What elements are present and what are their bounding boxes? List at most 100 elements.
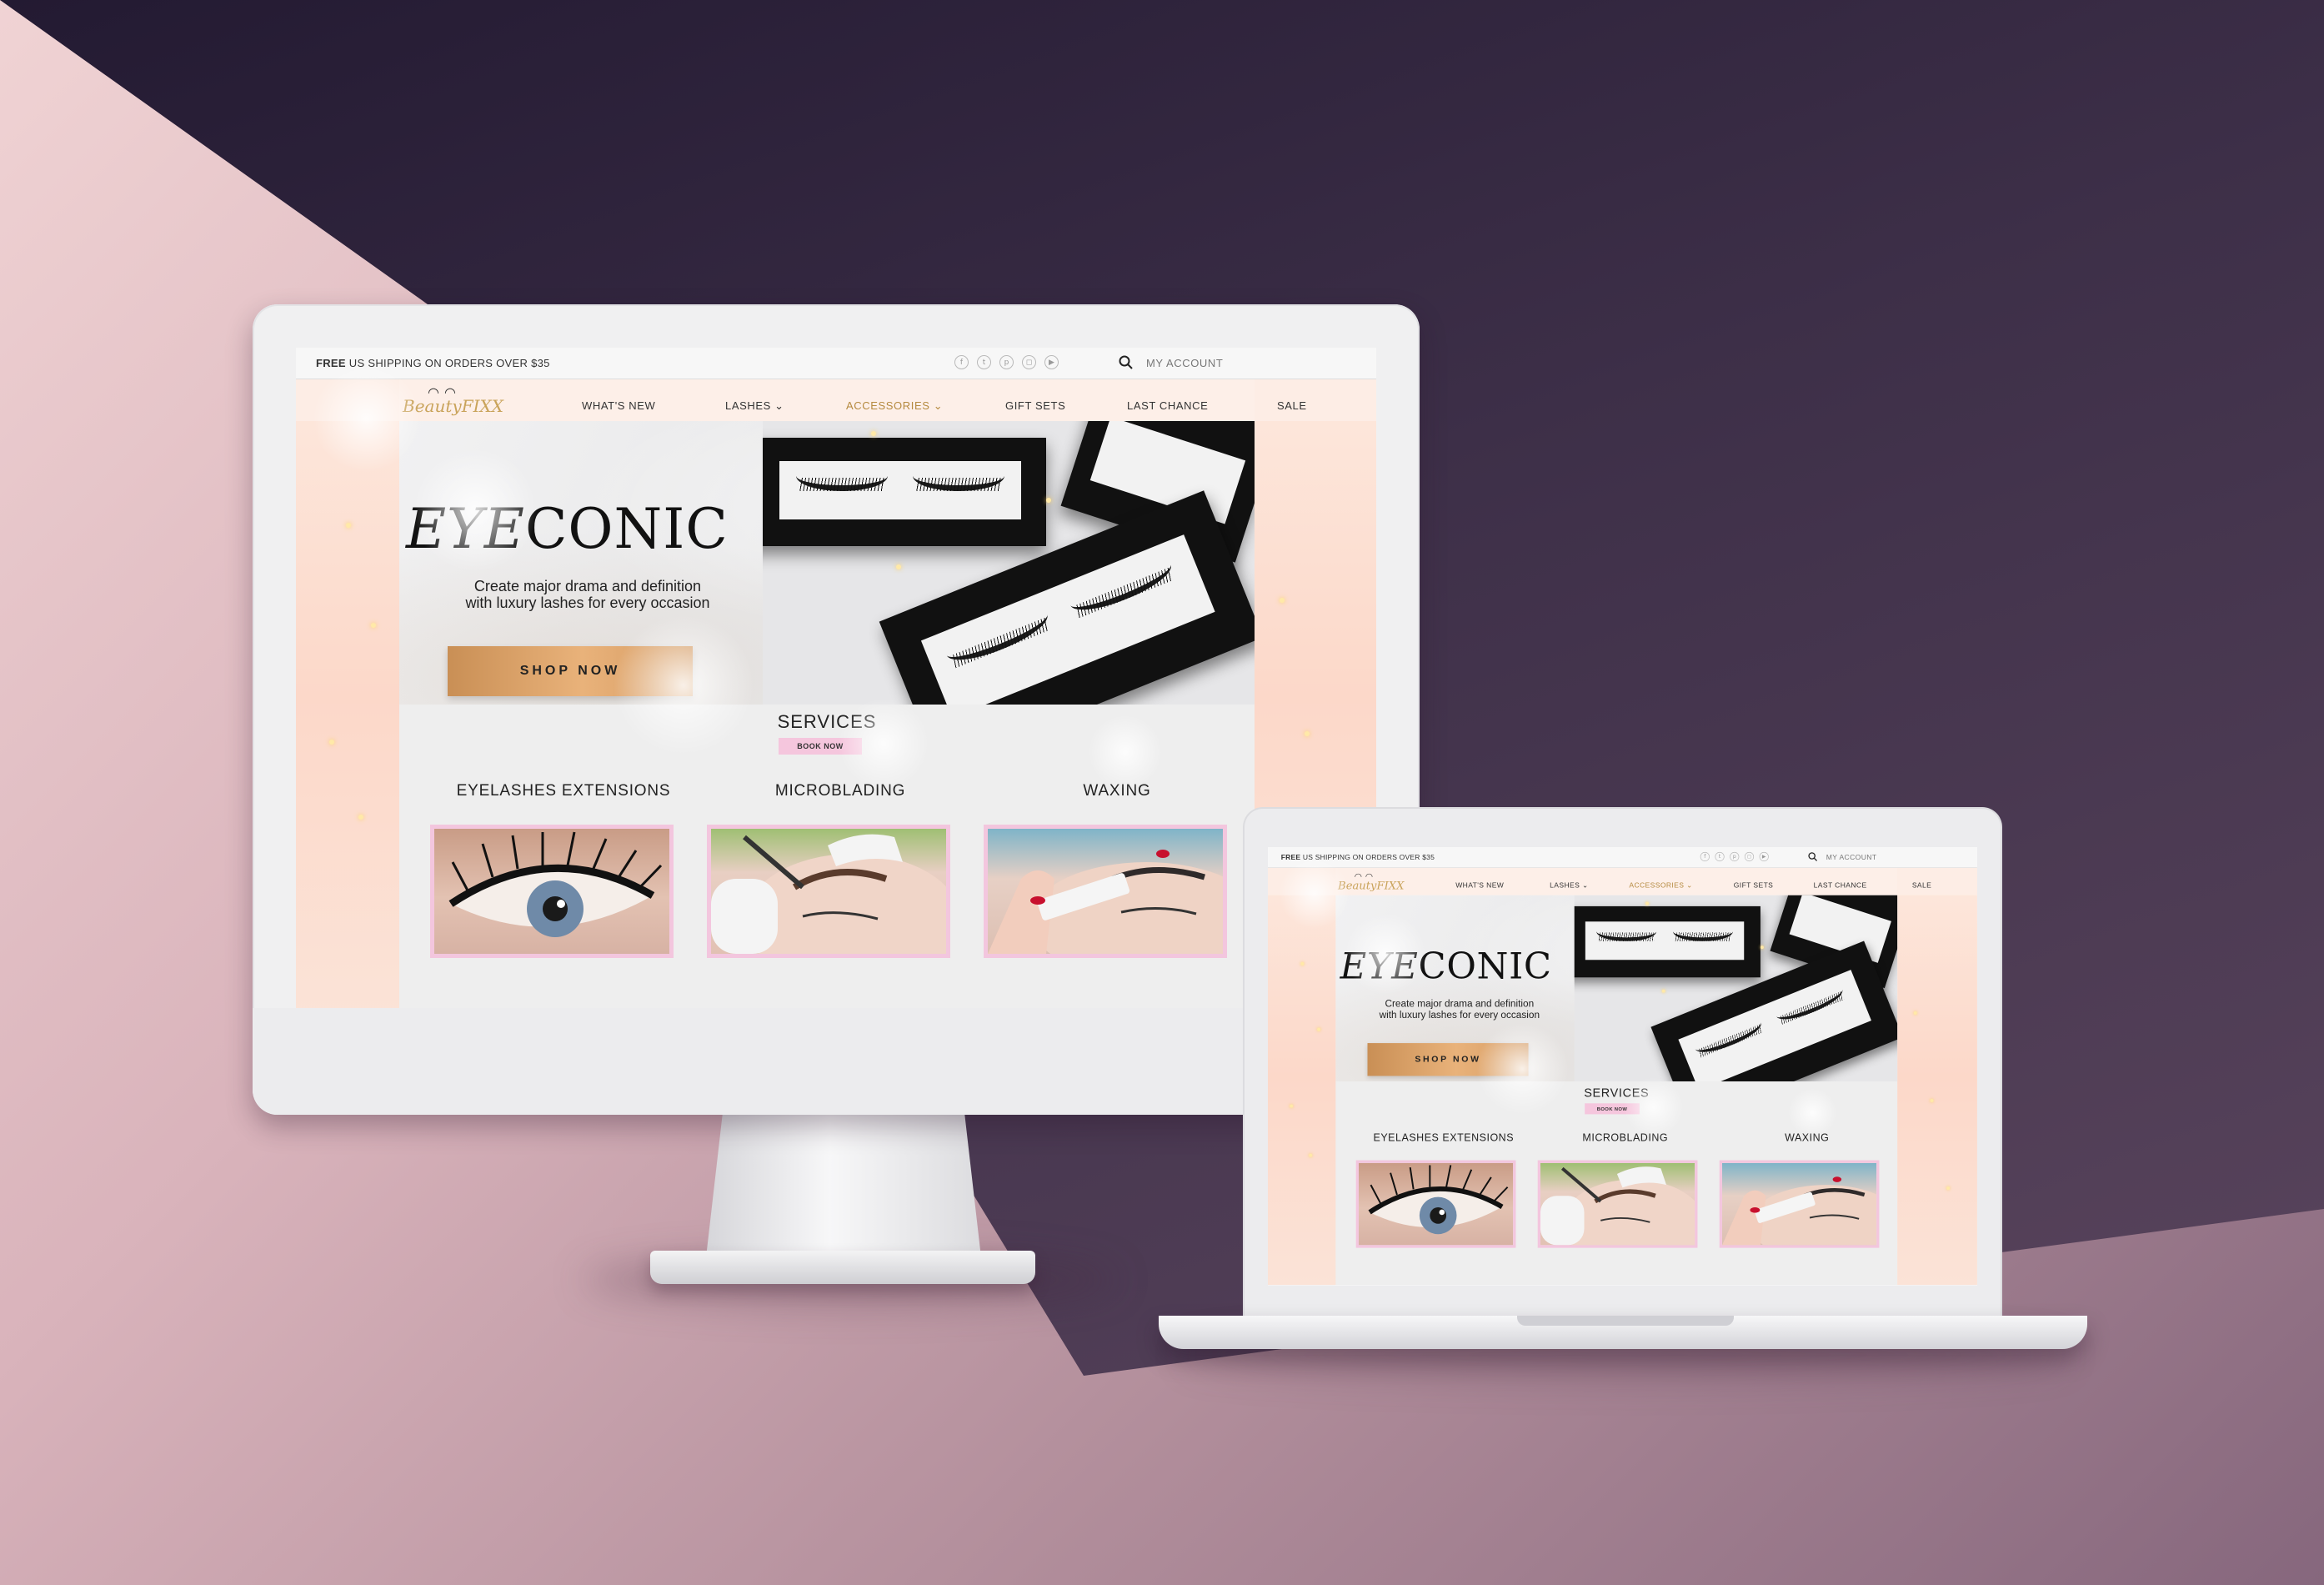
bokeh-light bbox=[613, 614, 754, 756]
sparkle bbox=[1645, 901, 1649, 905]
lash-strip bbox=[796, 473, 888, 491]
sparkle bbox=[1930, 1099, 1934, 1102]
laptop-device: FREE US SHIPPING ON ORDERS OVER $35 f t … bbox=[1245, 809, 2001, 1319]
lash-box-top bbox=[763, 438, 1046, 546]
service-name-eyelashes: EYELASHES EXTENSIONS bbox=[456, 782, 671, 800]
eye-photo bbox=[1368, 1165, 1509, 1235]
sparkle bbox=[346, 523, 351, 528]
instagram-icon[interactable]: ◻ bbox=[1022, 355, 1036, 369]
bokeh-light bbox=[838, 698, 929, 790]
sparkle bbox=[896, 564, 901, 569]
imac-screen: FREE US SHIPPING ON ORDERS OVER $35 f t … bbox=[296, 348, 1376, 1008]
hero-lash-boxes-image bbox=[763, 421, 1255, 705]
service-card-microblading[interactable] bbox=[707, 825, 950, 958]
sparkle bbox=[1305, 731, 1310, 736]
nav-sale[interactable]: SALE bbox=[1912, 881, 1931, 890]
imac-stand bbox=[706, 1114, 981, 1257]
sparkle bbox=[1046, 498, 1051, 503]
beautyfixx-logo[interactable]: ◠◠ BeautyFIXX bbox=[1338, 871, 1431, 896]
nav-accessories[interactable]: ACCESSORIES ⌄ bbox=[846, 399, 943, 413]
right-peach-panel bbox=[1897, 867, 1977, 1286]
twitter-icon[interactable]: t bbox=[977, 355, 991, 369]
hero-subtitle: Create major drama and definition with lu… bbox=[465, 578, 710, 611]
service-card-eyelashes[interactable] bbox=[1355, 1160, 1516, 1248]
laptop-notch bbox=[1517, 1316, 1734, 1326]
lash-strip bbox=[913, 473, 1004, 491]
service-card-eyelashes[interactable] bbox=[430, 825, 674, 958]
service-name-microblading: MICROBLADING bbox=[774, 782, 906, 800]
sparkle bbox=[1290, 1104, 1294, 1108]
left-peach-panel bbox=[1268, 867, 1336, 1286]
sparkle bbox=[329, 740, 334, 745]
service-card-waxing[interactable] bbox=[984, 825, 1227, 958]
bokeh-light bbox=[1344, 912, 1427, 996]
lash-strip bbox=[1595, 929, 1657, 941]
my-account-link[interactable]: MY ACCOUNT bbox=[1146, 357, 1223, 369]
search-icon[interactable] bbox=[1807, 851, 1818, 862]
service-card-microblading[interactable] bbox=[1537, 1160, 1698, 1248]
service-name-eyelashes: EYELASHES EXTENSIONS bbox=[1373, 1132, 1515, 1144]
nav-lashes[interactable]: LASHES ⌄ bbox=[1550, 881, 1588, 890]
search-icon[interactable] bbox=[1118, 354, 1134, 371]
service-card-waxing[interactable] bbox=[1719, 1160, 1880, 1248]
facebook-icon[interactable]: f bbox=[1700, 851, 1710, 862]
nav-gift-sets[interactable]: GIFT SETS bbox=[1734, 881, 1774, 890]
my-account-link[interactable]: MY ACCOUNT bbox=[1826, 853, 1877, 861]
social-links: f t p ◻ ▶ bbox=[1700, 851, 1769, 862]
lash-box-top bbox=[1574, 905, 1761, 978]
bokeh-light bbox=[1279, 858, 1350, 930]
hero-lash-boxes-image bbox=[1574, 895, 1898, 1082]
microblading-photo bbox=[1540, 1166, 1695, 1246]
social-links: f t p ◻ ▶ bbox=[954, 355, 1059, 369]
sparkle bbox=[1300, 961, 1305, 966]
bokeh-light bbox=[1088, 715, 1163, 790]
nav-last-chance[interactable]: LAST CHANCE bbox=[1814, 881, 1867, 890]
nav-whats-new[interactable]: WHAT'S NEW bbox=[1455, 881, 1504, 890]
website-laptop: FREE US SHIPPING ON ORDERS OVER $35 f t … bbox=[1268, 847, 1977, 1286]
left-peach-panel bbox=[296, 379, 399, 1008]
nav-lashes[interactable]: LASHES ⌄ bbox=[725, 399, 784, 413]
pinterest-icon[interactable]: p bbox=[1730, 851, 1740, 862]
imac-stand-base bbox=[650, 1251, 1035, 1284]
waxing-photo bbox=[1721, 1176, 1877, 1246]
bokeh-light bbox=[1787, 1087, 1837, 1137]
hero-subtitle: Create major drama and definition with lu… bbox=[1379, 998, 1540, 1021]
twitter-icon[interactable]: t bbox=[1715, 851, 1725, 862]
bokeh-light bbox=[313, 364, 421, 473]
bokeh-light bbox=[413, 448, 538, 573]
youtube-icon[interactable]: ▶ bbox=[1759, 851, 1769, 862]
top-announcement-bar: FREE US SHIPPING ON ORDERS OVER $35 f t … bbox=[1268, 847, 1977, 868]
sparkle bbox=[1913, 1011, 1917, 1015]
sparkle bbox=[1309, 1153, 1313, 1157]
service-name-microblading: MICROBLADING bbox=[1582, 1132, 1669, 1144]
bokeh-light bbox=[1475, 1022, 1570, 1116]
sparkle bbox=[1946, 1186, 1951, 1191]
sparkle bbox=[1760, 945, 1764, 950]
sparkle bbox=[871, 431, 876, 436]
top-announcement-bar: FREE US SHIPPING ON ORDERS OVER $35 f t … bbox=[296, 348, 1376, 379]
youtube-icon[interactable]: ▶ bbox=[1044, 355, 1059, 369]
nav-accessories[interactable]: ACCESSORIES ⌄ bbox=[1629, 881, 1692, 890]
sparkle bbox=[358, 815, 363, 820]
sparkle bbox=[1317, 1027, 1321, 1031]
nav-sale[interactable]: SALE bbox=[1277, 399, 1307, 412]
sparkle bbox=[1661, 989, 1665, 993]
eye-photo bbox=[448, 831, 663, 937]
nav-last-chance[interactable]: LAST CHANCE bbox=[1127, 399, 1208, 412]
lash-box-window bbox=[1678, 970, 1871, 1082]
nav-whats-new[interactable]: WHAT'S NEW bbox=[582, 399, 655, 412]
bokeh-light bbox=[1623, 1076, 1685, 1137]
website-desktop: FREE US SHIPPING ON ORDERS OVER $35 f t … bbox=[296, 348, 1376, 1008]
waxing-photo bbox=[988, 850, 1223, 954]
nav-gift-sets[interactable]: GIFT SETS bbox=[1005, 399, 1065, 412]
laptop-screen: FREE US SHIPPING ON ORDERS OVER $35 f t … bbox=[1268, 847, 1977, 1286]
sparkle bbox=[1280, 598, 1285, 603]
pinterest-icon[interactable]: p bbox=[999, 355, 1014, 369]
lash-strip bbox=[1672, 929, 1734, 941]
facebook-icon[interactable]: f bbox=[954, 355, 969, 369]
sparkle bbox=[371, 623, 376, 628]
lash-box-window bbox=[920, 534, 1215, 705]
microblading-photo bbox=[711, 834, 946, 954]
instagram-icon[interactable]: ◻ bbox=[1744, 851, 1755, 862]
beautyfixx-logo[interactable]: ◠◠ BeautyFIXX bbox=[403, 384, 544, 423]
